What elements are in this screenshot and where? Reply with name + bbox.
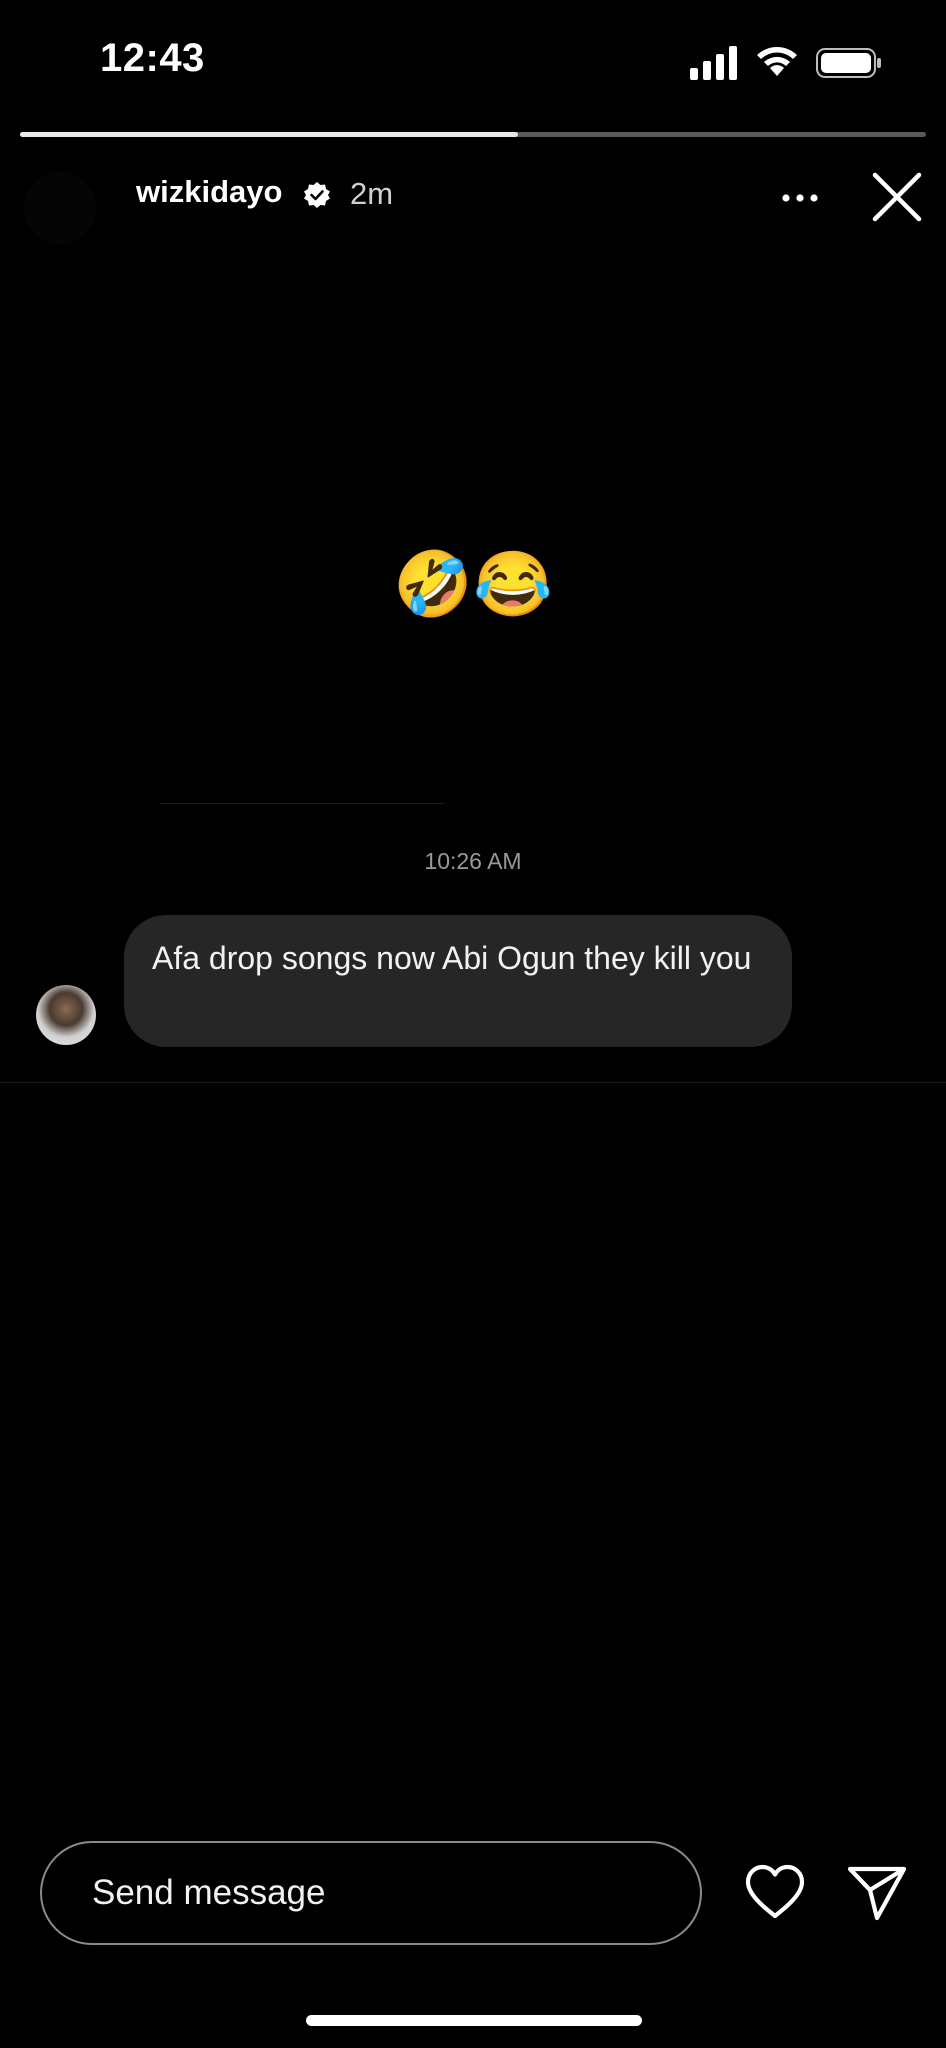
sender-avatar <box>36 985 96 1045</box>
story-age: 2m <box>350 176 394 211</box>
message-bubble: Afa drop songs now Abi Ogun they kill yo… <box>124 915 792 1047</box>
divider <box>160 803 445 804</box>
battery-icon <box>816 48 881 78</box>
home-indicator <box>306 2015 642 2026</box>
send-icon[interactable] <box>846 1862 908 1922</box>
more-options-icon[interactable] <box>778 178 822 218</box>
heart-icon[interactable] <box>744 1864 806 1920</box>
verified-badge-icon <box>304 182 330 208</box>
cellular-signal-icon <box>690 46 737 80</box>
divider <box>0 1082 946 1083</box>
close-icon[interactable] <box>870 170 924 224</box>
status-time: 12:43 <box>100 36 205 80</box>
send-message-placeholder: Send message <box>92 1873 326 1912</box>
story-username[interactable]: wizkidayo <box>136 174 282 210</box>
wifi-icon <box>757 47 797 76</box>
send-message-input[interactable]: Send message <box>40 1841 702 1945</box>
story-progress-fill <box>20 132 519 137</box>
message-timestamp: 10:26 AM <box>424 848 522 874</box>
story-progress-bar <box>20 132 926 137</box>
story-avatar[interactable] <box>24 172 96 244</box>
story-emoji-text: 🤣😂 <box>393 548 553 620</box>
